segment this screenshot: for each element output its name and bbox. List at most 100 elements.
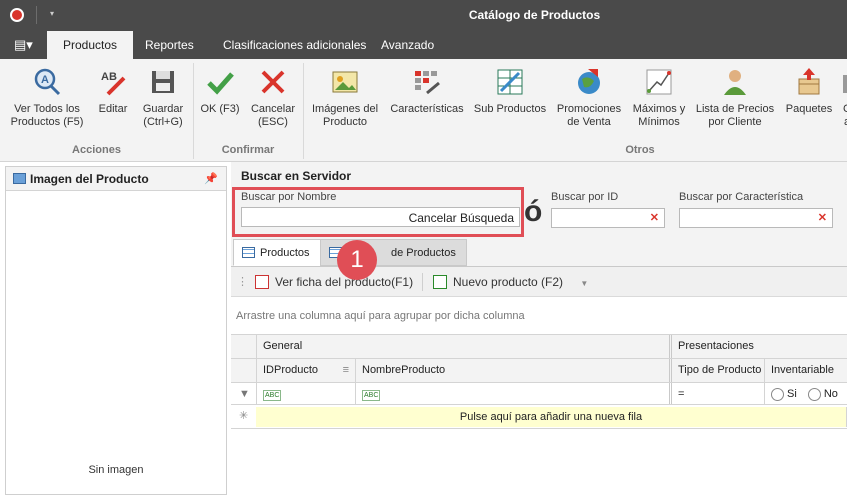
radio-no-label: No [823, 388, 838, 400]
products-grid-panel: ⋮ Ver ficha del producto(F1) Nuevo produ… [231, 266, 847, 495]
globe-tag-icon [578, 69, 600, 94]
product-image-panel: Imagen del Producto 📌 Sin imagen [5, 166, 227, 495]
band-header-row: General Presentaciones [231, 334, 847, 359]
ver-ficha-label: Ver ficha del producto(F1) [275, 275, 414, 289]
group-label-otros: Otros [625, 144, 655, 156]
lista-precios-label: Lista de Precios por Cliente [695, 103, 775, 128]
grid-icon [242, 247, 255, 258]
ok-label: OK (F3) [200, 103, 240, 115]
column-nombreproducto[interactable]: NombreProducto [355, 359, 669, 382]
chevron-down-icon[interactable]: ▼ [580, 279, 588, 288]
ver-todos-button[interactable]: A Ver Todos los Productos (F5) [6, 63, 88, 129]
column-idproducto-label: IDProducto [263, 364, 319, 376]
filter-idproducto[interactable]: ABC [256, 383, 355, 404]
column-inventariable[interactable]: Inventariable [764, 359, 847, 382]
ok-button[interactable]: OK (F3) [198, 63, 242, 116]
paquetes-button[interactable]: Paquetes [782, 63, 836, 116]
window-title: Catálogo de Productos [468, 8, 601, 22]
band-presentaciones[interactable]: Presentaciones [669, 335, 847, 358]
subtab-other-label: de Productos [391, 247, 456, 259]
menu-icon: ▤▾ [14, 37, 33, 52]
highlight-box [232, 187, 524, 237]
no-image-text: Sin imagen [88, 464, 144, 476]
pin-icon[interactable]: 📌 [204, 167, 218, 191]
lista-precios-button[interactable]: Lista de Precios por Cliente [694, 63, 776, 129]
cancelar-button[interactable]: Cancelar (ESC) [248, 63, 298, 129]
edit-icon: AB [101, 71, 126, 96]
search-area: Buscar en Servidor Buscar por Nombre Can… [231, 162, 847, 495]
imagenes-label: Imágenes del Producto [311, 103, 379, 128]
partial-icon [843, 75, 847, 93]
add-new-row-button[interactable]: Pulse aquí para añadir una nueva fila [256, 407, 847, 427]
subtab-productos[interactable]: Productos [233, 239, 321, 266]
clear-icon[interactable]: ✕ [650, 211, 659, 224]
check-icon [207, 72, 234, 95]
tab-clasificaciones[interactable]: Clasificaciones adicionales [207, 31, 382, 59]
text-filter-icon: ABC [362, 390, 381, 401]
tab-reportes[interactable]: Reportes [129, 31, 210, 59]
close-icon [261, 70, 285, 94]
save-icon [152, 71, 174, 93]
nuevo-producto-label: Nuevo producto (F2) [453, 275, 564, 289]
image-icon [332, 71, 358, 93]
cut-off-button[interactable]: C a [840, 63, 847, 129]
sort-icon: ≡ [342, 364, 349, 376]
nuevo-producto-button[interactable]: Nuevo producto (F2) ▼ [433, 275, 588, 289]
filter-inventariable[interactable]: Si No [764, 383, 847, 404]
group-by-hint[interactable]: Arrastre una columna aquí para agrupar p… [236, 310, 525, 322]
step-badge: 1 [337, 240, 377, 280]
search-by-feature-label: Buscar por Característica [679, 191, 804, 203]
user-price-icon [724, 70, 746, 95]
features-icon [415, 71, 440, 95]
app-menu-button[interactable]: ▤▾ [6, 35, 40, 57]
filter-nombreproducto[interactable]: ABC [355, 383, 669, 404]
maximos-button[interactable]: Máximos y Mínimos [630, 63, 688, 129]
ver-todos-label: Ver Todos los Productos (F5) [10, 103, 84, 128]
new-row: ✳ Pulse aquí para añadir una nueva fila [231, 405, 847, 429]
guardar-button[interactable]: Guardar (Ctrl+G) [138, 63, 188, 129]
paquetes-label: Paquetes [785, 103, 833, 115]
radio-no[interactable] [807, 387, 821, 401]
product-image-header: Imagen del Producto 📌 [6, 167, 226, 191]
package-icon [798, 68, 820, 95]
imagenes-button[interactable]: Imágenes del Producto [308, 63, 382, 129]
sub-productos-button[interactable]: Sub Productos [472, 63, 548, 116]
cut-off-label: C a [843, 103, 847, 128]
image-icon [13, 173, 26, 184]
grid-toolbar: ⋮ Ver ficha del producto(F1) Nuevo produ… [231, 267, 847, 297]
column-idproducto[interactable]: IDProducto ≡ [256, 359, 355, 382]
text-filter-icon: ABC [263, 390, 282, 401]
tab-avanzado[interactable]: Avanzado [365, 31, 450, 59]
promociones-button[interactable]: Promociones de Venta [554, 63, 624, 129]
sub-products-icon [497, 69, 523, 95]
filter-row: ▼ ABC ABC = Si No [231, 383, 847, 405]
clear-icon[interactable]: ✕ [818, 211, 827, 224]
filter-icon: ▼ [239, 388, 250, 400]
search-icon: A [34, 68, 61, 96]
sub-productos-label: Sub Productos [473, 103, 547, 115]
ver-ficha-button[interactable]: Ver ficha del producto(F1) [255, 275, 413, 289]
caracteristicas-button[interactable]: Características [388, 63, 466, 116]
editar-button[interactable]: AB Editar [92, 63, 134, 116]
search-by-id-input[interactable]: ✕ [551, 208, 665, 228]
big-glyph: ó [524, 195, 543, 228]
new-product-icon [433, 275, 447, 289]
promociones-label: Promociones de Venta [556, 103, 622, 128]
filter-tipo-producto[interactable]: = [669, 383, 764, 404]
search-by-id-label: Buscar por ID [551, 191, 619, 203]
toolbar-separator [422, 273, 423, 291]
grip-icon[interactable]: ⋮ [237, 275, 248, 288]
product-sheet-icon [255, 275, 269, 289]
ribbon: A Ver Todos los Productos (F5) AB Editar… [0, 59, 847, 162]
radio-si[interactable] [771, 387, 784, 401]
column-tipo-producto[interactable]: Tipo de Producto [669, 359, 764, 382]
guardar-label: Guardar (Ctrl+G) [142, 103, 184, 128]
search-by-feature-input[interactable]: ✕ [679, 208, 833, 228]
product-image-title: Imagen del Producto [30, 172, 149, 186]
cancelar-label: Cancelar (ESC) [250, 103, 296, 128]
ribbon-tab-row: ▤▾ Productos Reportes Clasificaciones ad… [0, 31, 847, 59]
band-general[interactable]: General [256, 335, 669, 358]
svg-text:A: A [41, 74, 49, 86]
tab-productos[interactable]: Productos [47, 31, 134, 59]
min-max-icon [646, 69, 672, 95]
